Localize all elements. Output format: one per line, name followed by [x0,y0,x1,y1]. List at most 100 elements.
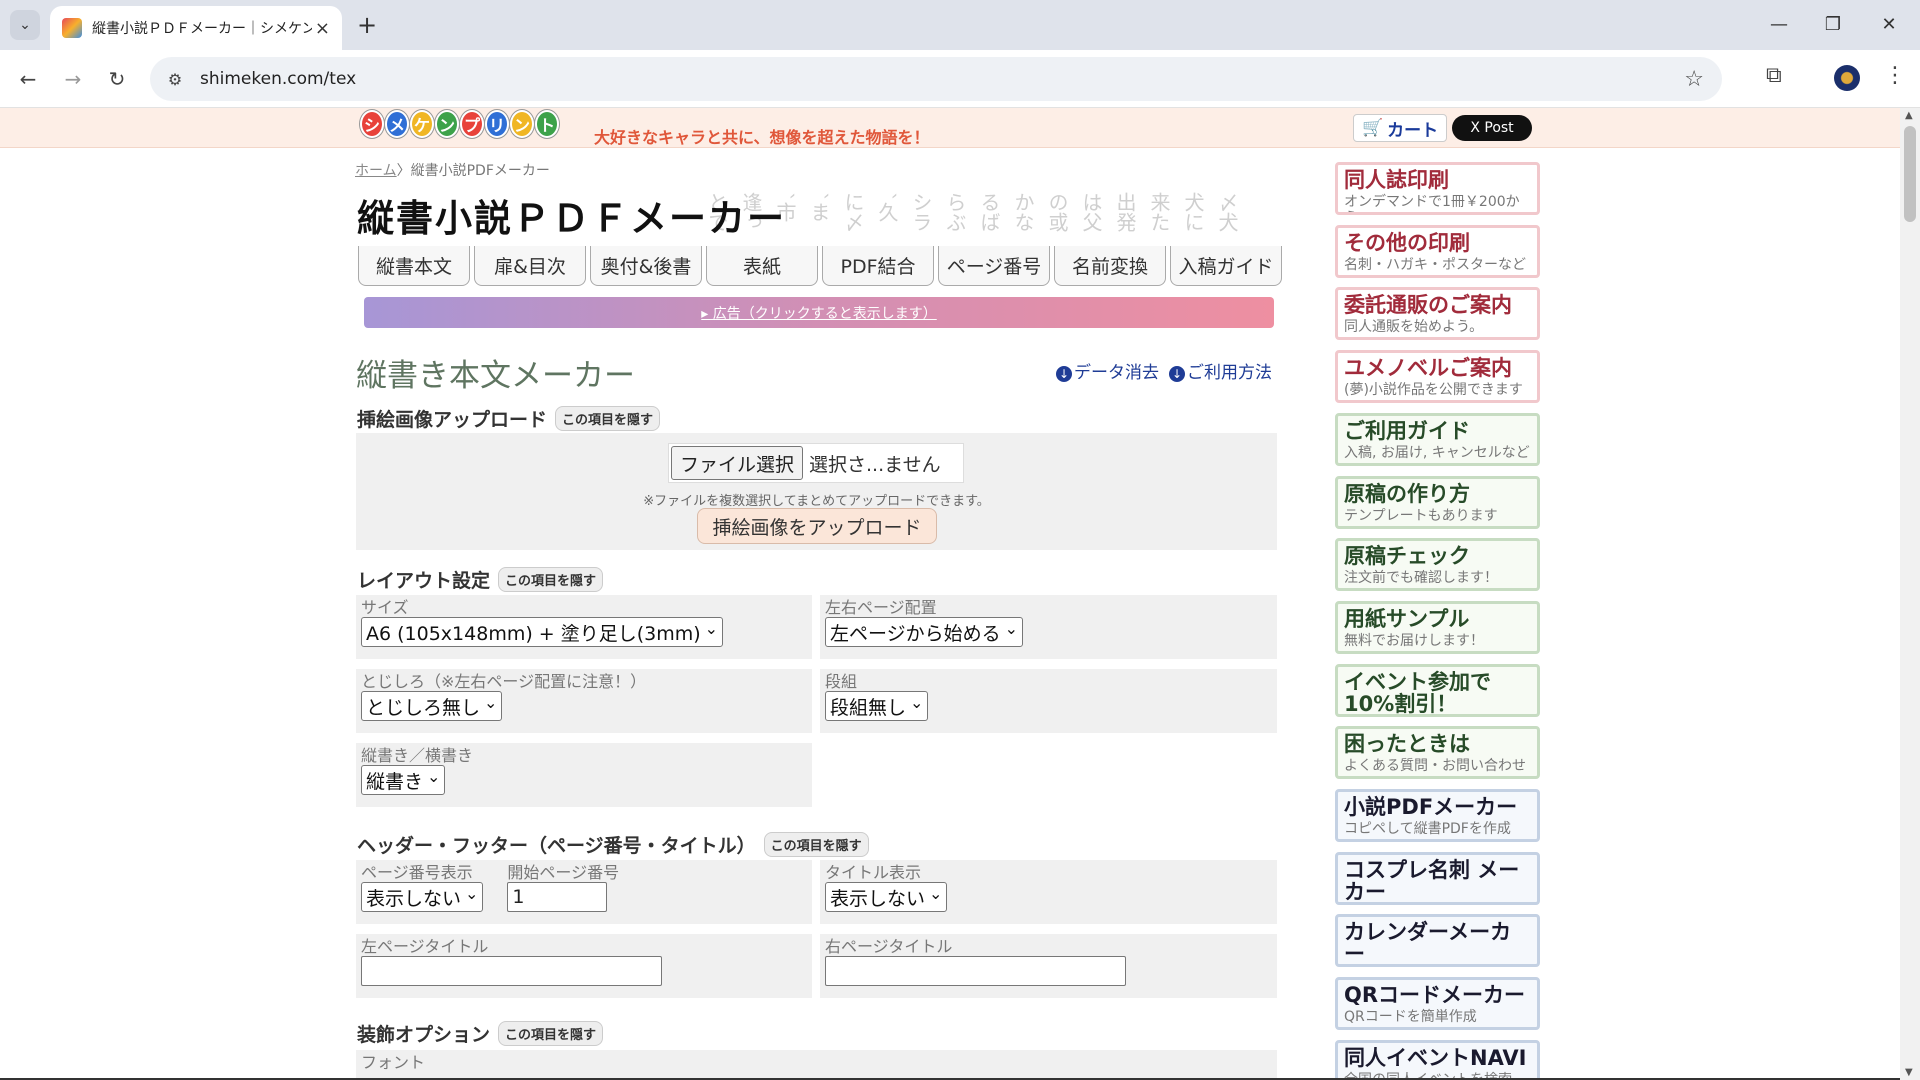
cart-button[interactable]: 🛒 カート [1353,114,1448,142]
left-title-input[interactable] [361,956,662,986]
sidebar-link[interactable]: 小説PDFメーカー コピペして縦書PDFを作成 [1335,789,1540,842]
columns-select[interactable]: 段組無し [825,691,929,721]
sidebar-link-subtitle: 無料でお届けします！ [1344,633,1484,649]
sidebar-link[interactable]: QRコードメーカー QRコードを簡単作成 [1335,977,1540,1030]
how-to-use-link[interactable]: ↓ ご利用方法 [1169,358,1272,383]
tab-cover-toc[interactable]: 扉&目次 [474,246,586,286]
logo-letter: プ [460,110,484,138]
forward-button[interactable]: → [57,63,89,95]
sidebar-link-title: ご利用ガイド [1344,419,1470,443]
breadcrumb-current: 縦書小説PDFメーカー [410,163,550,179]
decorative-text-column: は父 [1079,192,1103,232]
sidebar-link-title: その他の印刷 [1344,231,1470,255]
sidebar-link[interactable]: 委託通販のご案内 同人通販を始めよう。 [1335,287,1540,340]
minimize-button[interactable]: — [1756,8,1802,40]
sidebar-link[interactable]: 原稿の作り方 テンプレートもあります [1335,476,1540,529]
decorative-text-column: 来た [1147,192,1171,232]
sidebar-link[interactable]: 困ったときは よくある質問・お問い合わせ [1335,726,1540,779]
close-icon: ✕ [1881,13,1897,35]
top-links: ↓ データ消去 ↓ ご利用方法 [1056,358,1272,383]
sidebar-link[interactable]: その他の印刷 名刺・ハガキ・ポスターなど [1335,225,1540,278]
x-post-button[interactable]: X Post [1452,115,1532,141]
profile-avatar[interactable] [1834,65,1860,91]
right-title-input[interactable] [825,956,1126,986]
plus-icon: + [356,11,378,39]
window-close-button[interactable]: ✕ [1866,8,1912,40]
sidebar-link[interactable]: ご利用ガイド 入稿, お届け, キャンセルなど [1335,413,1540,466]
scroll-up-icon[interactable]: ▲ [1905,110,1913,121]
header-footer-heading-row: ヘッダー・フッター（ページ番号・タイトル） この項目を隠す [357,831,869,858]
layout-heading: レイアウト設定 [357,570,491,592]
tab-submission-guide[interactable]: 入稿ガイド [1170,246,1282,286]
clear-data-label[interactable]: データ消去 [1074,363,1159,383]
restore-icon: ❐ [1824,13,1842,35]
url-text[interactable]: shimeken.com/tex [200,69,356,89]
scroll-down-icon[interactable]: ▼ [1905,1067,1913,1078]
extensions-icon[interactable]: ⧉ [1766,63,1782,88]
section-title: 縦書き本文メーカー [356,358,635,394]
sidebar-link[interactable]: ユメノベルご案内 (夢)小説作品を公開できます [1335,350,1540,403]
tab-pdf-merge[interactable]: PDF結合 [822,246,934,286]
sidebar-link-title: 用紙サンプル [1344,607,1470,631]
tab-colophon[interactable]: 奥付&後書 [590,246,702,286]
page-side-label: 左右ページ配置 [825,598,937,617]
hide-decoration-button[interactable]: この項目を隠す [498,1021,604,1046]
main-tabs: 縦書本文 扉&目次 奥付&後書 表紙 PDF結合 ページ番号 名前変換 入稿ガイ… [358,246,1286,286]
sidebar-link[interactable]: 用紙サンプル無料でお届けします！ [1335,601,1540,654]
page-number-select[interactable]: 表示しない [361,882,484,912]
size-select[interactable]: A6 (105x148mm) + 塗り足し(3mm) [361,617,724,647]
title-display-select[interactable]: 表示しない [825,882,948,912]
sidebar-link[interactable]: 原稿チェック 注文前でも確認します！ [1335,538,1540,591]
breadcrumb-home-link[interactable]: ホーム [355,163,397,179]
browser-tab-active[interactable]: 縦書小説ＰＤＦメーカー｜シメケン × [50,6,342,50]
ad-toggle-label[interactable]: ▸ 広告（クリックすると表示します） [701,303,936,323]
more-menu-icon[interactable]: ⋮ [1884,63,1906,88]
sidebar-link-subtitle: コピペして縦書PDFを作成 [1344,821,1511,837]
left-title-label: 左ページタイトル [361,937,489,956]
binding-select[interactable]: とじしろ無し [361,691,503,721]
page-side-select[interactable]: 左ページから始める [825,617,1024,647]
hide-upload-button[interactable]: この項目を隠す [555,406,661,431]
restore-button[interactable]: ❐ [1810,8,1856,40]
arrow-right-icon: → [64,67,82,91]
direction-select[interactable]: 縦書き [361,765,446,795]
sidebar-link[interactable]: カレンダーメーカーカレンダー画像を簡単作成 [1335,914,1540,967]
page-number-row: ページ番号表示 表示しない 開始ページ番号 1 [361,864,807,912]
upload-images-button[interactable]: 挿絵画像をアップロード [697,508,937,544]
sidebar-link[interactable]: イベント参加で 10%割引！ [1335,664,1540,717]
clear-data-link[interactable]: ↓ データ消去 [1056,358,1159,383]
site-info-icon[interactable]: ⚙ [164,68,186,90]
tab-name-convert[interactable]: 名前変換 [1054,246,1166,286]
hide-layout-button[interactable]: この項目を隠す [498,567,604,592]
columns-field: 段組 段組無し [820,669,1277,733]
address-bar[interactable]: ⚙ shimeken.com/tex ☆ [150,57,1722,101]
start-page-input[interactable]: 1 [507,882,608,912]
sidebar-link[interactable]: 同人イベントNAVI 全国の同人イベントを検索 [1335,1040,1540,1080]
logo-letter: ン [510,110,534,138]
site-logo[interactable]: シメケンプリント [360,110,560,138]
new-tab-button[interactable]: + [352,10,382,40]
reload-icon: ↻ [108,67,126,91]
sidebar-link[interactable]: コスプレ名刺 メーカー [1335,852,1540,905]
tab-cover[interactable]: 表紙 [706,246,818,286]
file-input[interactable]: ファイル選択 選択さ...ません [668,443,964,483]
cart-icon: 🛒 [1362,118,1384,138]
bookmark-star-icon[interactable]: ☆ [1684,67,1704,92]
close-icon[interactable]: × [315,18,330,39]
binding-field: とじしろ（※左右ページ配置に注意！） とじしろ無し [356,669,812,733]
sidebar-link[interactable]: 同人誌印刷オンデマンドで1冊￥200から [1335,162,1540,215]
how-to-use-label[interactable]: ご利用方法 [1187,363,1272,383]
sidebar-link-title: 委託通販のご案内 [1344,293,1512,317]
hide-header-footer-button[interactable]: この項目を隠す [763,832,869,857]
back-button[interactable]: ← [12,63,44,95]
file-select-button[interactable]: ファイル選択 [671,446,804,480]
tab-search-button[interactable]: ⌄ [10,10,40,40]
tab-page-number[interactable]: ページ番号 [938,246,1050,286]
reload-button[interactable]: ↻ [101,63,133,95]
tab-vertical-text[interactable]: 縦書本文 [358,246,470,286]
ad-toggle-bar[interactable]: ▸ 広告（クリックすると表示します） [364,297,1274,328]
logo-letter: シ [360,110,384,138]
decorative-text-column: `久 [875,192,899,222]
vertical-scrollbar[interactable]: ▲ ▼ [1900,108,1920,1080]
scrollbar-thumb[interactable] [1904,126,1916,222]
